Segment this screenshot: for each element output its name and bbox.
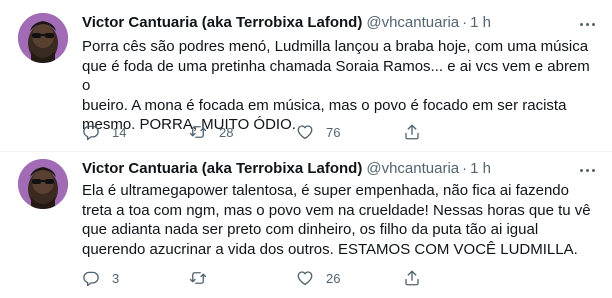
retweet-icon [189,126,207,138]
more-options-icon[interactable] [576,14,598,34]
share-button[interactable] [403,268,421,288]
tweet-text-line: Ela é ultramegapower talentosa, é super … [82,182,569,199]
retweet-icon [189,272,207,284]
tweet-text-line: que é foda de uma pretinha chamada Sorai… [82,57,590,95]
avatar[interactable] [18,159,68,209]
tweet-text-line: que adianta nada ser preto com dinheiro,… [82,221,539,238]
share-icon [405,124,419,140]
reply-icon [83,271,99,287]
tweet-text-line: Porra cês são podres menó, Ludmilla lanç… [82,38,589,55]
tweet[interactable]: Victor Cantuaria (aka Terrobixa Lafond) @… [0,152,612,298]
author-handle[interactable]: @vhcantuaria [366,160,459,177]
retweet-button[interactable]: 28 [189,122,233,142]
share-button[interactable] [403,122,421,142]
reply-count: 3 [112,270,120,286]
tweet-text: Porra cês são podres menó, Ludmilla lanç… [82,37,597,135]
share-icon [405,270,419,286]
avatar-image [18,13,68,63]
reply-count: 14 [112,124,127,140]
timestamp[interactable]: 1 h [470,160,491,177]
tweet-text-line: querendo azucrinar a vida dos outros. ES… [82,240,578,258]
tweet-text: Ela é ultramegapower talentosa, é super … [82,181,597,259]
more-options-icon[interactable] [576,160,598,180]
author-name[interactable]: Victor Cantuaria (aka Terrobixa Lafond) [82,160,362,177]
reply-button[interactable]: 3 [82,268,119,288]
reply-button[interactable]: 14 [82,122,126,142]
separator: · [462,14,468,31]
tweet-header: Victor Cantuaria (aka Terrobixa Lafond) @… [82,159,491,179]
tweet-header: Victor Cantuaria (aka Terrobixa Lafond) @… [82,13,491,33]
retweet-count: 28 [219,124,234,140]
timestamp[interactable]: 1 h [470,14,491,31]
retweet-button[interactable] [189,268,219,288]
like-count: 26 [326,270,341,286]
like-button[interactable]: 76 [296,122,340,142]
author-handle[interactable]: @vhcantuaria [366,14,459,31]
heart-icon [297,125,313,140]
tweet-text-line: treta a toa com ngm, mas o povo vem na c… [82,201,591,219]
like-button[interactable]: 26 [296,268,340,288]
like-count: 76 [326,124,341,140]
avatar[interactable] [18,13,68,63]
avatar-image [18,159,68,209]
author-name[interactable]: Victor Cantuaria (aka Terrobixa Lafond) [82,14,362,31]
reply-icon [83,125,99,141]
separator: · [462,160,468,177]
heart-icon [297,271,313,286]
tweet[interactable]: Victor Cantuaria (aka Terrobixa Lafond) @… [0,0,612,152]
tweet-text-line: bueiro. A mona é focada em música, mas o… [82,96,567,114]
